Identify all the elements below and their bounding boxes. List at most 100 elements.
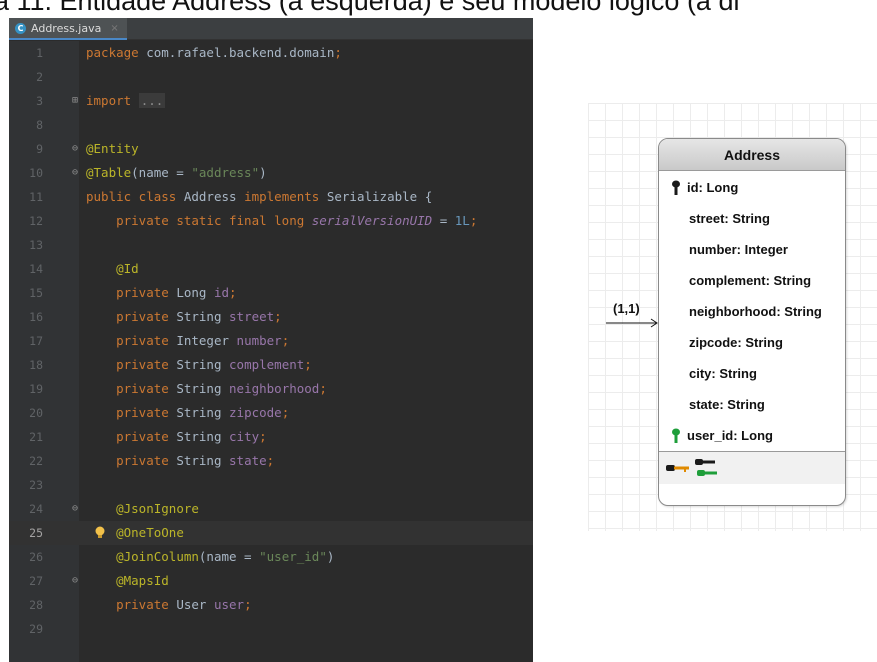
code-line[interactable]: 2 [9, 65, 533, 89]
code-line[interactable]: 14 @Id [9, 257, 533, 281]
attribute-label: zipcode: String [689, 335, 783, 350]
entity-key-footer [659, 452, 845, 484]
fold-toggle-icon[interactable]: ⊖ [72, 161, 78, 185]
editor-tab-bar: C Address.java × [9, 18, 533, 40]
primary-foreign-key-icon [695, 459, 717, 476]
code-line[interactable]: 18 private String complement; [9, 353, 533, 377]
line-number: 29 [29, 622, 43, 636]
code-line[interactable]: 22 private String state; [9, 449, 533, 473]
code-text: private String street; [116, 309, 282, 324]
code-line[interactable]: 23 [9, 473, 533, 497]
code-line[interactable]: 28 private User user; [9, 593, 533, 617]
line-number: 19 [29, 382, 43, 396]
line-number: 16 [29, 310, 43, 324]
code-text: @JsonIgnore [116, 501, 199, 516]
entity-attribute[interactable]: id: Long [659, 172, 845, 203]
line-number: 18 [29, 358, 43, 372]
line-number: 3 [36, 94, 43, 108]
line-number: 26 [29, 550, 43, 564]
code-line[interactable]: 25 @OneToOne [9, 521, 533, 545]
code-line[interactable]: 17 private Integer number; [9, 329, 533, 353]
code-line[interactable]: 19 private String neighborhood; [9, 377, 533, 401]
entity-attribute[interactable]: user_id: Long [659, 420, 845, 451]
code-line[interactable]: 8 [9, 113, 533, 137]
code-text: @Entity [86, 141, 139, 156]
code-text: @Id [116, 261, 139, 276]
line-number: 9 [36, 142, 43, 156]
figure-caption: a 11. Entidade Address (à esquerda) e se… [0, 0, 740, 16]
code-text: private String state; [116, 453, 275, 468]
ide-panel: C Address.java × 1 package com.rafael.bac… [9, 18, 533, 662]
primary-key-icon [672, 180, 680, 195]
code-line[interactable]: 10 ⊖ @Table(name = "address") [9, 161, 533, 185]
entity-attribute[interactable]: zipcode: String [659, 327, 845, 358]
entity-address[interactable]: Address id: Long street: String number: In… [658, 138, 846, 506]
key-icon [666, 465, 689, 472]
attribute-label: state: String [689, 397, 765, 412]
attribute-label: number: Integer [689, 242, 788, 257]
fold-toggle-icon[interactable]: ⊖ [72, 497, 78, 521]
code-line[interactable]: 24 ⊖ @JsonIgnore [9, 497, 533, 521]
relationship-cardinality: (1,1) [613, 301, 640, 316]
entity-attribute[interactable]: complement: String [659, 265, 845, 296]
code-line[interactable]: 21 private String city; [9, 425, 533, 449]
code-text: private User user; [116, 597, 252, 612]
line-number: 15 [29, 286, 43, 300]
code-text: @JoinColumn(name = "user_id") [116, 549, 335, 564]
code-text: private Integer number; [116, 333, 290, 348]
code-text: @Table(name = "address") [86, 165, 267, 180]
tab-address-java[interactable]: C Address.java × [9, 18, 127, 40]
entity-attribute[interactable]: street: String [659, 203, 845, 234]
java-class-icon: C [15, 22, 26, 34]
attribute-label: id: Long [687, 180, 739, 195]
code-editor[interactable]: 1 package com.rafael.backend.domain; 2 3 ⊞ im… [9, 41, 533, 662]
fold-toggle-icon[interactable]: ⊖ [72, 569, 78, 593]
line-number: 23 [29, 478, 43, 492]
code-line[interactable]: 3 ⊞ import ... [9, 89, 533, 113]
line-number: 25 [29, 526, 43, 540]
code-line[interactable]: 15 private Long id; [9, 281, 533, 305]
line-number: 20 [29, 406, 43, 420]
code-line[interactable]: 11 public class Address implements Serial… [9, 185, 533, 209]
entity-title: Address [659, 139, 845, 171]
attribute-label: complement: String [689, 273, 812, 288]
line-number: 22 [29, 454, 43, 468]
code-line[interactable]: 13 [9, 233, 533, 257]
attribute-label: neighborhood: String [689, 304, 822, 319]
line-number: 28 [29, 598, 43, 612]
entity-attribute[interactable]: state: String [659, 389, 845, 420]
entity-attributes: id: Long street: String number: Integer com… [659, 171, 845, 452]
line-number: 8 [36, 118, 43, 132]
code-text: package com.rafael.backend.domain; [86, 45, 342, 60]
code-text: private String neighborhood; [116, 381, 327, 396]
line-number: 2 [36, 70, 43, 84]
close-icon[interactable]: × [110, 23, 118, 34]
code-line[interactable]: 9 ⊖ @Entity [9, 137, 533, 161]
code-text: private String zipcode; [116, 405, 290, 420]
code-text: @OneToOne [116, 525, 184, 540]
entity-attribute[interactable]: neighborhood: String [659, 296, 845, 327]
code-line[interactable]: 12 private static final long serialVersi… [9, 209, 533, 233]
entity-attribute[interactable]: number: Integer [659, 234, 845, 265]
line-number: 11 [29, 190, 43, 204]
code-line[interactable]: 16 private String street; [9, 305, 533, 329]
attribute-label: street: String [689, 211, 770, 226]
fold-toggle-icon[interactable]: ⊞ [72, 89, 78, 113]
code-line[interactable]: 1 package com.rafael.backend.domain; [9, 41, 533, 65]
code-line[interactable]: 29 [9, 617, 533, 641]
line-number: 10 [29, 166, 43, 180]
code-line[interactable]: 27 ⊖ @MapsId [9, 569, 533, 593]
code-text: private static final long serialVersionU… [116, 213, 478, 228]
attribute-label: city: String [689, 366, 757, 381]
code-text: import ... [86, 93, 166, 108]
code-text: private String complement; [116, 357, 312, 372]
tab-label: Address.java [31, 21, 102, 35]
code-line[interactable]: 20 private String zipcode; [9, 401, 533, 425]
fold-toggle-icon[interactable]: ⊖ [72, 137, 78, 161]
line-number: 17 [29, 334, 43, 348]
foreign-key-icon [672, 428, 680, 443]
code-text: @MapsId [116, 573, 169, 588]
line-number: 21 [29, 430, 43, 444]
code-line[interactable]: 26 @JoinColumn(name = "user_id") [9, 545, 533, 569]
entity-attribute[interactable]: city: String [659, 358, 845, 389]
